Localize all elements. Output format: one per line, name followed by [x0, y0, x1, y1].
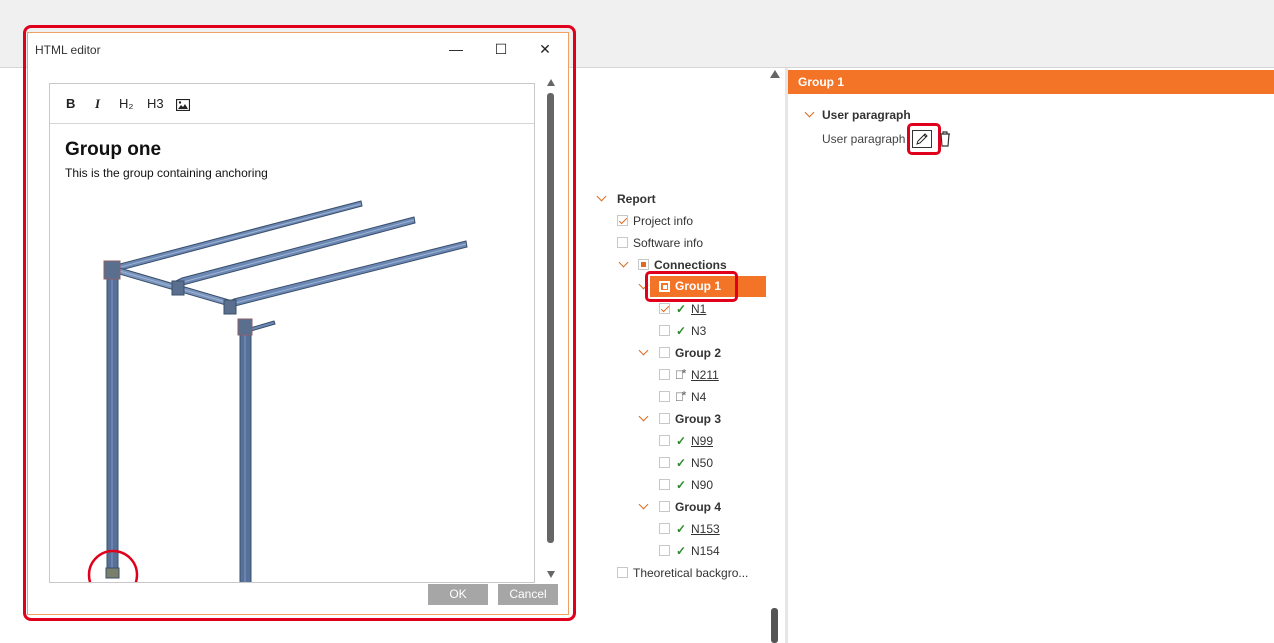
warning-check-icon: ✓⃰	[675, 390, 684, 404]
check-icon: ✓	[676, 434, 687, 448]
ok-button[interactable]: OK	[428, 584, 488, 605]
checkbox[interactable]	[617, 567, 628, 578]
properties-header: Group 1	[788, 70, 1274, 94]
checkbox[interactable]	[659, 369, 670, 380]
checkbox[interactable]	[659, 325, 670, 336]
checkbox[interactable]	[659, 501, 670, 512]
tree-scrollbar[interactable]	[768, 68, 782, 643]
heading-2-button[interactable]: H₂	[119, 94, 133, 114]
image-icon[interactable]	[175, 97, 191, 117]
cancel-button[interactable]: Cancel	[498, 584, 558, 605]
checkbox[interactable]	[617, 237, 628, 248]
check-icon: ✓	[676, 324, 687, 338]
checkbox[interactable]	[659, 413, 670, 424]
check-icon: ✓	[676, 544, 687, 558]
checkbox[interactable]	[659, 457, 670, 468]
check-icon: ✓	[676, 478, 687, 492]
heading-3-button[interactable]: H3	[147, 94, 164, 114]
scroll-down-icon[interactable]	[547, 571, 555, 578]
maximize-button[interactable]: ☐	[489, 39, 513, 59]
bold-button[interactable]: B	[66, 94, 75, 114]
properties-panel: Group 1 User paragraph User paragraph	[788, 68, 1274, 643]
scroll-up-icon[interactable]	[770, 70, 780, 78]
warning-check-icon: ✓⃰	[675, 368, 684, 382]
structure-image	[87, 200, 468, 582]
user-paragraph-label: User paragraph	[822, 132, 906, 146]
check-icon: ✓	[676, 302, 687, 316]
chevron-down-icon[interactable]	[804, 107, 815, 118]
checkbox[interactable]	[659, 545, 670, 556]
checkbox[interactable]	[659, 479, 670, 490]
italic-button[interactable]: I	[95, 94, 100, 114]
rich-text-editor[interactable]: B I H₂ H3 Group one This is the group co…	[49, 83, 535, 583]
check-icon: ✓	[676, 456, 687, 470]
html-editor-dialog: HTML editor — ☐ ✕ B I H₂ H3 Group one Th…	[27, 32, 569, 615]
trash-icon[interactable]	[939, 131, 951, 147]
checkbox[interactable]	[659, 435, 670, 446]
close-button[interactable]: ✕	[533, 39, 557, 59]
editor-content[interactable]: Group one This is the group containing a…	[50, 125, 534, 582]
checkbox[interactable]	[659, 523, 670, 534]
editor-toolbar: B I H₂ H3	[50, 84, 534, 124]
checkbox[interactable]	[638, 259, 649, 270]
section-user-paragraph[interactable]: User paragraph	[804, 104, 911, 126]
checkbox[interactable]	[659, 303, 670, 314]
editor-scrollbar[interactable]	[545, 79, 557, 579]
minimize-button[interactable]: —	[444, 39, 468, 59]
checkbox[interactable]	[659, 391, 670, 402]
highlight-box	[907, 123, 941, 155]
checkbox[interactable]	[659, 347, 670, 358]
scrollbar-thumb[interactable]	[547, 93, 554, 543]
scroll-up-icon[interactable]	[547, 79, 555, 86]
dialog-title: HTML editor	[35, 43, 101, 57]
checkbox[interactable]	[617, 215, 628, 226]
check-icon: ✓	[676, 522, 687, 536]
scrollbar-thumb[interactable]	[771, 608, 778, 643]
